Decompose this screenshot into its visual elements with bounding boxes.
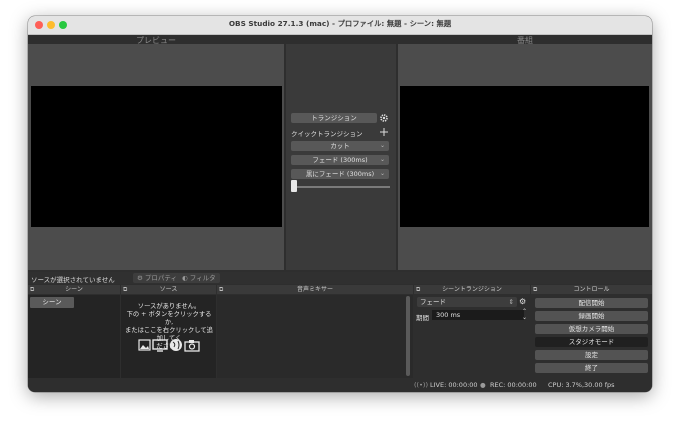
sources-empty-line: ソースがありません。	[137, 303, 201, 310]
duration-label: 期間	[416, 314, 429, 322]
program-display	[400, 86, 649, 227]
exit-button[interactable]: 終了	[535, 363, 648, 373]
transition-slider-track[interactable]	[293, 186, 390, 188]
sources-dock-header[interactable]: ⧉ ソース	[121, 285, 216, 294]
scene-transitions-dock-title: シーントランジション	[442, 286, 502, 293]
mixer-area	[217, 295, 413, 378]
add-quick-transition-icon[interactable]	[379, 127, 389, 137]
record-dot-icon: ●	[480, 381, 486, 389]
chevron-down-icon: ⌄	[379, 156, 385, 163]
window-title: OBS Studio 27.1.3 (mac) - プロファイル: 無題 - シ…	[228, 19, 452, 28]
start-recording-button[interactable]: 録画開始	[535, 311, 648, 321]
scene-transitions-area	[414, 295, 530, 378]
cpu-fps: CPU: 3.7%,30.00 fps	[548, 381, 615, 389]
quick-transition-fade[interactable]: フェード (300ms) ⌄	[291, 155, 389, 165]
chevron-updown-icon: ⇕	[508, 298, 514, 306]
scenes-dock-title: シーン	[65, 286, 83, 293]
quick-transition-fade-black[interactable]: 黒にフェード (300ms) ⌄	[291, 169, 389, 179]
status-bar: ((•)) LIVE: 00:00:00 ● REC: 00:00:00 CPU…	[28, 379, 652, 392]
sources-empty-line: 下の + ボタンをクリックするか,	[126, 311, 212, 326]
broadcast-icon: ((•))	[414, 381, 428, 389]
quick-transition-label: クイックトランジション	[291, 130, 363, 138]
globe-icon	[170, 339, 182, 351]
gear-icon[interactable]	[379, 113, 389, 123]
filters-button[interactable]: ◐ フィルタ	[178, 273, 220, 283]
dock-float-icon[interactable]: ⧉	[123, 285, 127, 294]
settings-button[interactable]: 設定	[535, 350, 648, 360]
camera-icon	[184, 340, 200, 352]
chevron-down-icon: ⌄	[379, 170, 385, 177]
display-icon	[152, 339, 168, 352]
dock-float-icon[interactable]: ⧉	[533, 285, 537, 294]
source-type-icons	[138, 339, 200, 352]
quick-transition-cut-label: カット	[330, 142, 350, 150]
scene-transition-select[interactable]: フェード ⇕	[417, 297, 517, 307]
rec-timer: REC: 00:00:00	[490, 381, 537, 389]
start-streaming-button[interactable]: 配信開始	[535, 298, 648, 308]
duration-input[interactable]: 300 ms	[432, 310, 524, 320]
live-timer: LIVE: 00:00:00	[430, 381, 478, 389]
dock-float-icon[interactable]: ⧉	[219, 285, 223, 294]
scene-transitions-dock-header[interactable]: ⧉ シーントランジション	[414, 285, 530, 294]
transition-slider-handle[interactable]	[291, 180, 297, 192]
controls-dock-title: コントロール	[573, 286, 610, 293]
transition-button[interactable]: トランジション	[291, 113, 377, 123]
gear-icon[interactable]: ⚙	[519, 297, 526, 306]
image-icon	[138, 339, 151, 351]
quick-transition-fade-label: フェード (300ms)	[312, 156, 368, 164]
properties-label: プロパティ	[144, 274, 178, 282]
dock-float-icon[interactable]: ⧉	[416, 285, 420, 294]
mixer-scrollbar[interactable]	[406, 296, 410, 376]
duration-stepper-icon[interactable]: ⌃ ⌄	[522, 309, 527, 321]
title-bar: OBS Studio 27.1.3 (mac) - プロファイル: 無題 - シ…	[28, 16, 652, 35]
scene-item[interactable]: シーン	[30, 297, 74, 308]
controls-dock-header[interactable]: ⧉ コントロール	[531, 285, 652, 294]
scene-transition-selected: フェード	[420, 298, 446, 306]
preview-display[interactable]	[31, 86, 282, 227]
source-toolbar: ソースが選択されていません ⚙ プロパティ ◐ フィルタ	[28, 272, 652, 284]
quick-transition-fade-black-label: 黒にフェード (300ms)	[305, 170, 375, 178]
sources-dock-title: ソース	[159, 286, 178, 293]
studio-mode-button[interactable]: スタジオモード	[535, 337, 648, 347]
obs-window: OBS Studio 27.1.3 (mac) - プロファイル: 無題 - シ…	[28, 16, 652, 392]
filter-icon: ◐	[182, 274, 188, 282]
no-source-selected-text: ソースが選択されていません	[31, 276, 115, 284]
chevron-down-icon: ⌄	[379, 142, 385, 149]
mixer-dock-title: 音声ミキサー	[296, 286, 333, 293]
start-virtual-camera-button[interactable]: 仮想カメラ開始	[535, 324, 648, 334]
gear-icon: ⚙	[137, 274, 143, 282]
quick-transition-cut[interactable]: カット ⌄	[291, 141, 389, 151]
mixer-dock-header[interactable]: ⧉ 音声ミキサー	[217, 285, 413, 294]
properties-button[interactable]: ⚙ プロパティ	[133, 273, 182, 283]
scenes-dock-header[interactable]: ⧉ シーン	[28, 285, 120, 294]
dock-float-icon[interactable]: ⧉	[30, 285, 34, 294]
filters-label: フィルタ	[189, 274, 216, 282]
